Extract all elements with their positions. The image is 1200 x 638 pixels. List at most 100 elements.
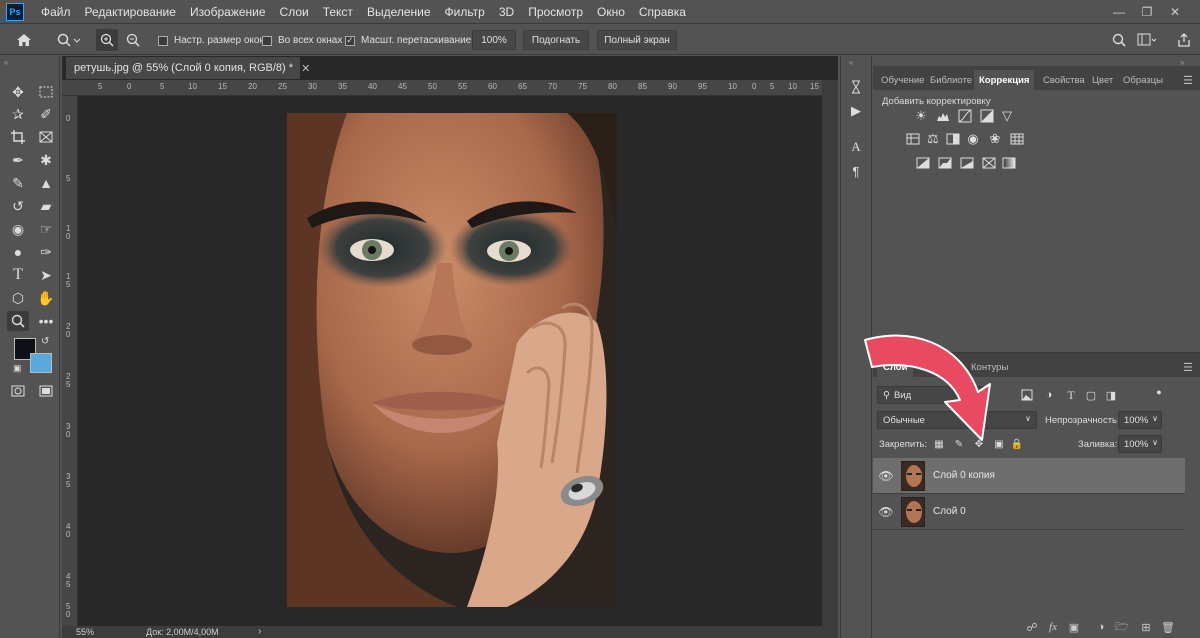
scrubby-zoom-checkbox[interactable]: ✓ Масшт. перетаскиванием bbox=[345, 35, 478, 46]
adjustment-icon[interactable]: ◑ bbox=[1093, 620, 1109, 634]
menu-filter[interactable]: Фильтр bbox=[438, 5, 492, 19]
close-icon[interactable]: ✕ bbox=[1162, 0, 1188, 24]
crop-tool-icon[interactable] bbox=[7, 127, 29, 147]
vibrance-icon[interactable]: ▽ bbox=[999, 108, 1015, 124]
filter-adjustment-icon[interactable]: ◑ bbox=[1041, 387, 1057, 403]
new-layer-icon[interactable]: ⊞ bbox=[1138, 620, 1154, 634]
dodge-tool-icon[interactable]: ● bbox=[7, 242, 29, 262]
quick-select-tool-icon[interactable]: ✐ bbox=[35, 104, 57, 124]
levels-icon[interactable] bbox=[935, 108, 951, 124]
menu-file[interactable]: Файл bbox=[34, 5, 78, 19]
tab-libraries[interactable]: Библиоте bbox=[930, 70, 972, 90]
visibility-eye-icon[interactable]: 👁 bbox=[873, 469, 899, 483]
minimize-icon[interactable]: — bbox=[1106, 0, 1132, 24]
default-colors-icon[interactable]: ▣ bbox=[13, 363, 22, 374]
quick-mask-icon[interactable] bbox=[7, 381, 29, 401]
mask-icon[interactable]: ▣ bbox=[1066, 620, 1082, 634]
lasso-tool-icon[interactable]: ✰ bbox=[7, 104, 29, 124]
menu-select[interactable]: Выделение bbox=[360, 5, 438, 19]
filter-type-icon[interactable]: T bbox=[1063, 387, 1079, 403]
pen-tool-icon[interactable]: ✑ bbox=[35, 242, 57, 262]
expand-dock-icon[interactable]: « bbox=[849, 58, 853, 67]
menu-3d[interactable]: 3D bbox=[492, 5, 521, 19]
fullscreen-button[interactable]: Полный экран bbox=[597, 30, 677, 50]
exposure-icon[interactable] bbox=[979, 108, 995, 124]
move-tool-icon[interactable]: ✥ bbox=[7, 82, 29, 102]
menu-edit[interactable]: Редактирование bbox=[78, 5, 183, 19]
smudge-tool-icon[interactable]: ☞ bbox=[35, 219, 57, 239]
shape-tool-icon[interactable]: ⬡ bbox=[7, 288, 29, 308]
brush-tool-icon[interactable]: ✎ bbox=[7, 173, 29, 193]
share-icon[interactable] bbox=[1174, 29, 1194, 51]
selective-color-icon[interactable] bbox=[981, 155, 997, 171]
close-tab-icon[interactable]: ✕ bbox=[301, 62, 310, 75]
restore-icon[interactable]: ❐ bbox=[1134, 0, 1160, 24]
fx-icon[interactable]: fx bbox=[1045, 620, 1061, 634]
trash-icon[interactable]: 🗑 bbox=[1160, 620, 1176, 634]
eyedropper-tool-icon[interactable]: ✒ bbox=[7, 150, 29, 170]
visibility-eye-icon[interactable]: 👁 bbox=[873, 505, 899, 519]
curves-icon[interactable] bbox=[957, 108, 973, 124]
posterize-icon[interactable] bbox=[937, 155, 953, 171]
layer-row[interactable]: 👁 Слой 0 bbox=[873, 494, 1185, 530]
history-panel-icon[interactable] bbox=[847, 78, 865, 96]
brightness-icon[interactable]: ☀ bbox=[913, 108, 929, 124]
color-lookup-icon[interactable] bbox=[1009, 131, 1025, 147]
folder-icon[interactable]: 🗁 bbox=[1114, 620, 1130, 634]
tab-swatches[interactable]: Образцы bbox=[1123, 70, 1163, 90]
marquee-tool-icon[interactable] bbox=[35, 82, 57, 102]
actions-panel-icon[interactable]: ▶ bbox=[847, 102, 865, 120]
filter-smart-object-icon[interactable]: ◨ bbox=[1103, 387, 1119, 403]
type-tool-icon[interactable]: T bbox=[7, 265, 29, 285]
status-menu-arrow-icon[interactable]: › bbox=[258, 626, 261, 637]
menu-image[interactable]: Изображение bbox=[183, 5, 273, 19]
healing-tool-icon[interactable]: ✱ bbox=[35, 150, 57, 170]
menu-layers[interactable]: Слои bbox=[273, 5, 316, 19]
gradient-map-icon[interactable] bbox=[1001, 155, 1017, 171]
filter-toggle-icon[interactable]: ● bbox=[1151, 384, 1167, 400]
portrait-photo[interactable] bbox=[287, 113, 617, 607]
channel-mixer-icon[interactable]: ❀ bbox=[987, 131, 1003, 147]
layers-panel-menu-icon[interactable]: ☰ bbox=[1183, 357, 1193, 377]
filter-shape-icon[interactable]: ▢ bbox=[1083, 387, 1099, 403]
fill-input[interactable]: 100% ∨ bbox=[1118, 435, 1162, 453]
vertical-scrollbar[interactable] bbox=[822, 80, 838, 626]
color-balance-icon[interactable]: ⚖ bbox=[925, 131, 941, 147]
menu-type[interactable]: Текст bbox=[316, 5, 360, 19]
black-white-icon[interactable] bbox=[945, 131, 961, 147]
history-brush-tool-icon[interactable]: ↺ bbox=[7, 196, 29, 216]
zoom-100-button[interactable]: 100% bbox=[472, 30, 516, 50]
zoom-level[interactable]: 55% bbox=[76, 627, 94, 637]
paragraph-panel-icon[interactable]: ¶ bbox=[847, 162, 865, 180]
all-windows-checkbox[interactable]: Во всех окнах bbox=[262, 35, 342, 46]
tab-adjustments[interactable]: Коррекция bbox=[974, 70, 1035, 90]
collapse-icon[interactable]: « bbox=[4, 58, 8, 67]
screen-mode-icon[interactable] bbox=[35, 381, 57, 401]
menu-view[interactable]: Просмотр bbox=[521, 5, 590, 19]
hue-saturation-icon[interactable] bbox=[905, 131, 921, 147]
opacity-input[interactable]: 100% ∨ bbox=[1118, 411, 1162, 429]
zoom-tool-preset-icon[interactable] bbox=[52, 29, 86, 51]
swap-colors-icon[interactable]: ↺ bbox=[41, 336, 49, 347]
resize-windows-checkbox[interactable]: Настр. размер окон bbox=[158, 35, 265, 46]
home-icon[interactable] bbox=[12, 29, 36, 51]
tab-color[interactable]: Цвет bbox=[1092, 70, 1113, 90]
menu-window[interactable]: Окно bbox=[590, 5, 632, 19]
workspace-icon[interactable] bbox=[1136, 29, 1158, 51]
fit-screen-button[interactable]: Подогнать bbox=[523, 30, 589, 50]
paint-bucket-tool-icon[interactable]: ◉ bbox=[7, 219, 29, 239]
eraser-tool-icon[interactable]: ▰ bbox=[35, 196, 57, 216]
hand-tool-icon[interactable]: ✋ bbox=[35, 288, 57, 308]
document-tab[interactable]: ретушь.jpg @ 55% (Слой 0 копия, RGB/8) *… bbox=[66, 57, 310, 79]
character-panel-icon[interactable]: A bbox=[847, 138, 865, 156]
zoom-in-icon[interactable] bbox=[96, 29, 118, 51]
invert-icon[interactable] bbox=[915, 155, 931, 171]
tab-properties[interactable]: Свойства bbox=[1043, 70, 1085, 90]
more-tools-icon[interactable]: ••• bbox=[35, 311, 57, 331]
search-icon[interactable] bbox=[1110, 29, 1128, 51]
menu-help[interactable]: Справка bbox=[632, 5, 693, 19]
threshold-icon[interactable] bbox=[959, 155, 975, 171]
panel-menu-icon[interactable]: ☰ bbox=[1183, 70, 1193, 90]
zoom-tool-icon[interactable] bbox=[7, 311, 29, 331]
clone-stamp-tool-icon[interactable]: ▲ bbox=[35, 173, 57, 193]
